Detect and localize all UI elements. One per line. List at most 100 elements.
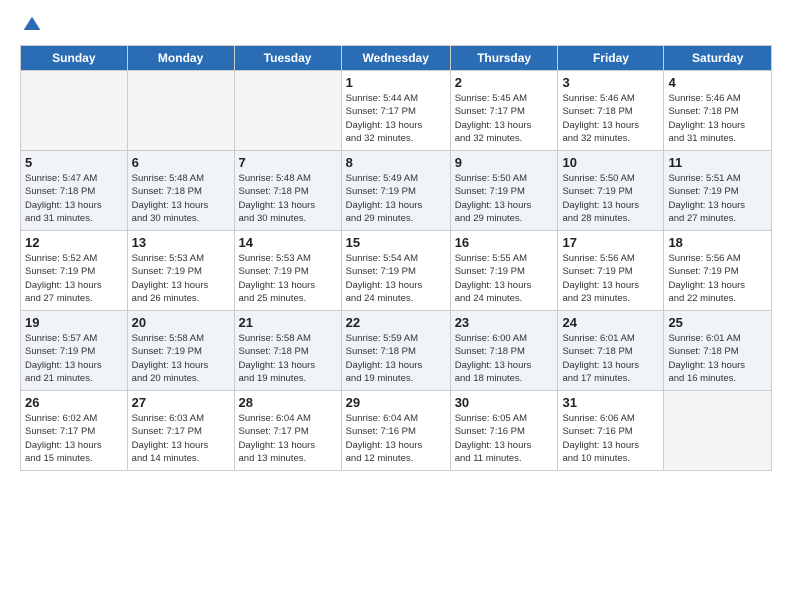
day-info: Sunrise: 5:46 AM Sunset: 7:18 PM Dayligh… xyxy=(668,92,767,145)
day-info: Sunrise: 6:04 AM Sunset: 7:17 PM Dayligh… xyxy=(239,412,337,465)
calendar-cell: 23 Sunrise: 6:00 AM Sunset: 7:18 PM Dayli… xyxy=(450,311,558,391)
day-number: 21 xyxy=(239,315,337,330)
day-info: Sunrise: 5:45 AM Sunset: 7:17 PM Dayligh… xyxy=(455,92,554,145)
col-friday: Friday xyxy=(558,46,664,71)
day-number: 31 xyxy=(562,395,659,410)
calendar-cell: 30 Sunrise: 6:05 AM Sunset: 7:16 PM Dayli… xyxy=(450,391,558,471)
calendar-header-row: Sunday Monday Tuesday Wednesday Thursday… xyxy=(21,46,772,71)
day-info: Sunrise: 5:59 AM Sunset: 7:18 PM Dayligh… xyxy=(346,332,446,385)
calendar-cell: 16 Sunrise: 5:55 AM Sunset: 7:19 PM Dayli… xyxy=(450,231,558,311)
day-number: 27 xyxy=(132,395,230,410)
calendar-cell: 5 Sunrise: 5:47 AM Sunset: 7:18 PM Daylig… xyxy=(21,151,128,231)
day-info: Sunrise: 5:48 AM Sunset: 7:18 PM Dayligh… xyxy=(239,172,337,225)
col-monday: Monday xyxy=(127,46,234,71)
day-number: 13 xyxy=(132,235,230,250)
page: Sunday Monday Tuesday Wednesday Thursday… xyxy=(0,0,792,612)
day-info: Sunrise: 6:00 AM Sunset: 7:18 PM Dayligh… xyxy=(455,332,554,385)
day-number: 12 xyxy=(25,235,123,250)
day-info: Sunrise: 5:58 AM Sunset: 7:19 PM Dayligh… xyxy=(132,332,230,385)
calendar-cell: 27 Sunrise: 6:03 AM Sunset: 7:17 PM Dayli… xyxy=(127,391,234,471)
day-info: Sunrise: 5:44 AM Sunset: 7:17 PM Dayligh… xyxy=(346,92,446,145)
col-wednesday: Wednesday xyxy=(341,46,450,71)
calendar-week-1: 1 Sunrise: 5:44 AM Sunset: 7:17 PM Daylig… xyxy=(21,71,772,151)
calendar-cell xyxy=(664,391,772,471)
calendar-cell xyxy=(21,71,128,151)
day-number: 9 xyxy=(455,155,554,170)
col-tuesday: Tuesday xyxy=(234,46,341,71)
day-info: Sunrise: 6:02 AM Sunset: 7:17 PM Dayligh… xyxy=(25,412,123,465)
calendar-cell: 19 Sunrise: 5:57 AM Sunset: 7:19 PM Dayli… xyxy=(21,311,128,391)
day-info: Sunrise: 5:56 AM Sunset: 7:19 PM Dayligh… xyxy=(562,252,659,305)
day-info: Sunrise: 5:47 AM Sunset: 7:18 PM Dayligh… xyxy=(25,172,123,225)
calendar-cell: 13 Sunrise: 5:53 AM Sunset: 7:19 PM Dayli… xyxy=(127,231,234,311)
day-info: Sunrise: 5:49 AM Sunset: 7:19 PM Dayligh… xyxy=(346,172,446,225)
day-info: Sunrise: 5:46 AM Sunset: 7:18 PM Dayligh… xyxy=(562,92,659,145)
col-thursday: Thursday xyxy=(450,46,558,71)
day-number: 29 xyxy=(346,395,446,410)
header xyxy=(20,15,772,35)
day-info: Sunrise: 6:05 AM Sunset: 7:16 PM Dayligh… xyxy=(455,412,554,465)
day-info: Sunrise: 5:51 AM Sunset: 7:19 PM Dayligh… xyxy=(668,172,767,225)
day-info: Sunrise: 5:53 AM Sunset: 7:19 PM Dayligh… xyxy=(239,252,337,305)
calendar-cell: 10Sunrise: 5:50 AM Sunset: 7:19 PM Dayli… xyxy=(558,151,664,231)
day-number: 22 xyxy=(346,315,446,330)
calendar-cell: 26 Sunrise: 6:02 AM Sunset: 7:17 PM Dayli… xyxy=(21,391,128,471)
day-number: 30 xyxy=(455,395,554,410)
day-info: Sunrise: 5:57 AM Sunset: 7:19 PM Dayligh… xyxy=(25,332,123,385)
day-number: 11 xyxy=(668,155,767,170)
day-info: Sunrise: 6:01 AM Sunset: 7:18 PM Dayligh… xyxy=(668,332,767,385)
calendar-week-3: 12Sunrise: 5:52 AM Sunset: 7:19 PM Dayli… xyxy=(21,231,772,311)
calendar-week-5: 26 Sunrise: 6:02 AM Sunset: 7:17 PM Dayli… xyxy=(21,391,772,471)
calendar-cell: 18Sunrise: 5:56 AM Sunset: 7:19 PM Dayli… xyxy=(664,231,772,311)
calendar-cell xyxy=(127,71,234,151)
calendar-cell: 17 Sunrise: 5:56 AM Sunset: 7:19 PM Dayli… xyxy=(558,231,664,311)
col-saturday: Saturday xyxy=(664,46,772,71)
day-info: Sunrise: 6:01 AM Sunset: 7:18 PM Dayligh… xyxy=(562,332,659,385)
calendar-cell: 4 Sunrise: 5:46 AM Sunset: 7:18 PM Daylig… xyxy=(664,71,772,151)
day-number: 24 xyxy=(562,315,659,330)
calendar-cell: 1 Sunrise: 5:44 AM Sunset: 7:17 PM Daylig… xyxy=(341,71,450,151)
day-number: 4 xyxy=(668,75,767,90)
day-number: 19 xyxy=(25,315,123,330)
calendar-cell: 12Sunrise: 5:52 AM Sunset: 7:19 PM Dayli… xyxy=(21,231,128,311)
day-info: Sunrise: 5:53 AM Sunset: 7:19 PM Dayligh… xyxy=(132,252,230,305)
day-number: 20 xyxy=(132,315,230,330)
day-number: 2 xyxy=(455,75,554,90)
day-number: 26 xyxy=(25,395,123,410)
calendar-cell: 15 Sunrise: 5:54 AM Sunset: 7:19 PM Dayli… xyxy=(341,231,450,311)
day-number: 5 xyxy=(25,155,123,170)
calendar-cell: 3 Sunrise: 5:46 AM Sunset: 7:18 PM Daylig… xyxy=(558,71,664,151)
day-info: Sunrise: 5:56 AM Sunset: 7:19 PM Dayligh… xyxy=(668,252,767,305)
day-info: Sunrise: 5:50 AM Sunset: 7:19 PM Dayligh… xyxy=(455,172,554,225)
calendar-cell: 21Sunrise: 5:58 AM Sunset: 7:18 PM Dayli… xyxy=(234,311,341,391)
calendar-week-4: 19 Sunrise: 5:57 AM Sunset: 7:19 PM Dayli… xyxy=(21,311,772,391)
logo-icon xyxy=(22,15,42,35)
day-number: 14 xyxy=(239,235,337,250)
day-info: Sunrise: 6:04 AM Sunset: 7:16 PM Dayligh… xyxy=(346,412,446,465)
day-number: 23 xyxy=(455,315,554,330)
day-number: 17 xyxy=(562,235,659,250)
day-number: 1 xyxy=(346,75,446,90)
day-info: Sunrise: 6:06 AM Sunset: 7:16 PM Dayligh… xyxy=(562,412,659,465)
calendar-cell: 20 Sunrise: 5:58 AM Sunset: 7:19 PM Dayli… xyxy=(127,311,234,391)
calendar-cell: 22 Sunrise: 5:59 AM Sunset: 7:18 PM Dayli… xyxy=(341,311,450,391)
day-number: 6 xyxy=(132,155,230,170)
day-info: Sunrise: 6:03 AM Sunset: 7:17 PM Dayligh… xyxy=(132,412,230,465)
day-number: 16 xyxy=(455,235,554,250)
day-number: 3 xyxy=(562,75,659,90)
day-info: Sunrise: 5:55 AM Sunset: 7:19 PM Dayligh… xyxy=(455,252,554,305)
calendar-cell: 8Sunrise: 5:49 AM Sunset: 7:19 PM Daylig… xyxy=(341,151,450,231)
day-number: 7 xyxy=(239,155,337,170)
calendar-week-2: 5 Sunrise: 5:47 AM Sunset: 7:18 PM Daylig… xyxy=(21,151,772,231)
calendar-cell: 31 Sunrise: 6:06 AM Sunset: 7:16 PM Dayli… xyxy=(558,391,664,471)
day-number: 25 xyxy=(668,315,767,330)
calendar: Sunday Monday Tuesday Wednesday Thursday… xyxy=(20,45,772,471)
calendar-cell: 14 Sunrise: 5:53 AM Sunset: 7:19 PM Dayli… xyxy=(234,231,341,311)
calendar-cell: 24 Sunrise: 6:01 AM Sunset: 7:18 PM Dayli… xyxy=(558,311,664,391)
day-info: Sunrise: 5:54 AM Sunset: 7:19 PM Dayligh… xyxy=(346,252,446,305)
day-number: 15 xyxy=(346,235,446,250)
calendar-cell: 11 Sunrise: 5:51 AM Sunset: 7:19 PM Dayli… xyxy=(664,151,772,231)
day-info: Sunrise: 5:50 AM Sunset: 7:19 PM Dayligh… xyxy=(562,172,659,225)
calendar-cell: 25 Sunrise: 6:01 AM Sunset: 7:18 PM Dayli… xyxy=(664,311,772,391)
day-number: 28 xyxy=(239,395,337,410)
